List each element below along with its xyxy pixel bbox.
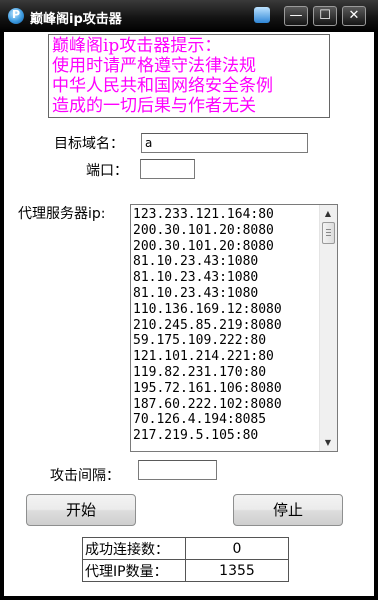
port-input[interactable] (140, 159, 195, 179)
proxy-list-item[interactable]: 217.219.5.105:80 (133, 428, 323, 444)
proxy-list-item[interactable]: 59.175.109.222:80 (133, 333, 323, 349)
proxy-list-item[interactable]: 81.10.23.43:1080 (133, 270, 323, 286)
domain-label: 目标域名： (54, 136, 124, 152)
interval-label: 攻击间隔： (50, 468, 120, 484)
app-window: P 巅峰阁ip攻击器 — ☐ ✕ 巅峰阁ip攻击器提示： 使用时请严格遵守法律法… (0, 0, 378, 600)
proxy-list-item[interactable]: 195.72.161.106:8080 (133, 381, 323, 397)
port-label: 端口： (86, 163, 128, 179)
proxy-count-value: 1355 (185, 559, 289, 582)
proxy-list: 123.233.121.164:80 200.30.101.20:8080 200.… (131, 205, 323, 444)
proxy-list-scrollbar[interactable]: ▲ ▼ (319, 205, 337, 451)
success-count-value: 0 (185, 537, 289, 560)
interval-input[interactable] (138, 460, 217, 480)
title-bar[interactable]: P 巅峰阁ip攻击器 — ☐ ✕ (0, 0, 378, 32)
window-title: 巅峰阁ip攻击器 (30, 12, 122, 27)
success-count-label: 成功连接数： (82, 537, 186, 560)
stats-row-success: 成功连接数： 0 (82, 537, 289, 560)
proxy-list-item[interactable]: 200.30.101.20:8080 (133, 239, 323, 255)
notice-line: 造成的一切后果与作者无关 (52, 96, 256, 116)
proxy-count-label: 代理IP数量： (82, 559, 186, 582)
proxy-list-item[interactable]: 119.82.231.170:80 (133, 365, 323, 381)
stats-table: 成功连接数： 0 代理IP数量： 1355 (82, 537, 289, 582)
proxy-listbox[interactable]: 123.233.121.164:80 200.30.101.20:8080 200.… (130, 204, 338, 452)
start-button[interactable]: 开始 (26, 494, 136, 526)
proxy-list-item[interactable]: 70.126.4.194:8085 (133, 412, 323, 428)
scroll-thumb[interactable] (322, 222, 335, 244)
minimize-button[interactable]: — (284, 6, 308, 26)
proxy-list-item[interactable]: 210.245.85.219:8080 (133, 318, 323, 334)
scroll-up-arrow-icon[interactable]: ▲ (320, 205, 336, 222)
proxy-list-item[interactable]: 121.101.214.221:80 (133, 349, 323, 365)
proxy-label: 代理服务器ip: (18, 206, 106, 222)
scroll-down-arrow-icon[interactable]: ▼ (320, 434, 336, 451)
proxy-list-item[interactable]: 81.10.23.43:1080 (133, 254, 323, 270)
proxy-list-item[interactable]: 110.136.169.12:8080 (133, 302, 323, 318)
notice-line: 中华人民共和国网络安全条例 (52, 76, 273, 96)
stop-button[interactable]: 停止 (233, 494, 343, 526)
disclaimer-notice: 巅峰阁ip攻击器提示： 使用时请严格遵守法律法规 中华人民共和国网络安全条例 造… (48, 34, 330, 118)
skin-shirt-icon[interactable] (254, 7, 270, 23)
proxy-list-item[interactable]: 81.10.23.43:1080 (133, 286, 323, 302)
notice-line: 使用时请严格遵守法律法规 (52, 56, 256, 76)
proxy-list-item[interactable]: 123.233.121.164:80 (133, 207, 323, 223)
app-logo-icon: P (8, 8, 24, 24)
close-button[interactable]: ✕ (342, 6, 366, 26)
maximize-button[interactable]: ☐ (313, 6, 337, 26)
client-area: 巅峰阁ip攻击器提示： 使用时请严格遵守法律法规 中华人民共和国网络安全条例 造… (4, 32, 374, 596)
proxy-list-item[interactable]: 200.30.101.20:8080 (133, 223, 323, 239)
proxy-list-item[interactable]: 187.60.222.102:8080 (133, 397, 323, 413)
notice-line: 巅峰阁ip攻击器提示： (52, 36, 222, 56)
domain-input[interactable] (141, 133, 308, 153)
stats-row-proxy-count: 代理IP数量： 1355 (82, 559, 289, 582)
